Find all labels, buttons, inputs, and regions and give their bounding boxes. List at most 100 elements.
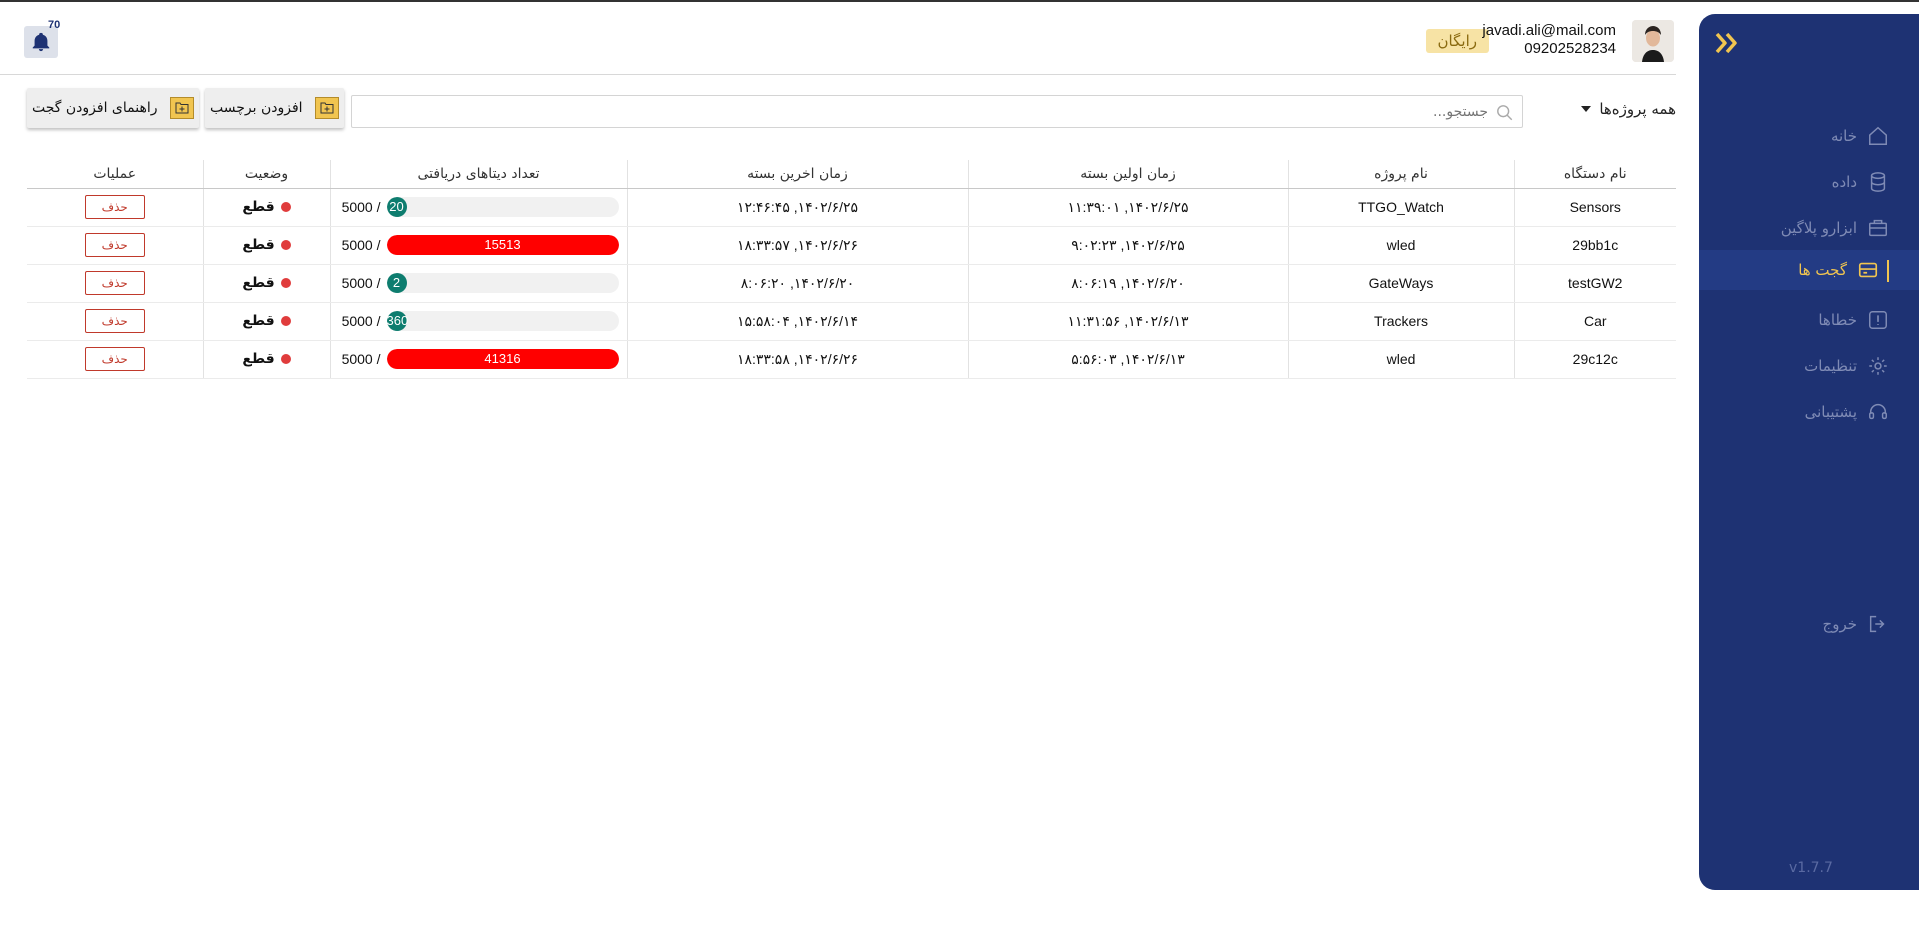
cell-ops: حذف xyxy=(27,188,203,227)
project-filter-value: همه پروژه‌ها xyxy=(1599,100,1676,118)
sidebar-item-data[interactable]: داده xyxy=(1832,164,1889,200)
project-filter-dropdown[interactable]: همه پروژه‌ها xyxy=(1581,100,1676,118)
caret-down-icon xyxy=(1581,106,1592,112)
cell-status: قطع xyxy=(202,340,330,379)
add-gadget-guide-button[interactable]: راهنمای افزودن گجت xyxy=(27,88,199,128)
count-wrapper: 20 5000 / xyxy=(331,197,627,217)
count-limit: 5000 / xyxy=(341,199,381,215)
cell-device: Car xyxy=(1513,302,1676,341)
headset-icon xyxy=(1869,404,1887,420)
status-text: قطع xyxy=(242,351,275,367)
delete-button[interactable]: حذف xyxy=(84,195,145,219)
sidebar-item-label: داده xyxy=(1831,173,1857,191)
cell-project: Trackers xyxy=(1287,302,1514,341)
table-row: testGW2 GateWays ۱۴۰۲/۶/۲۰, ۸:۰۶:۱۹ ۱۴۰۲/۶/… xyxy=(27,264,1676,303)
logout-label: خروج xyxy=(1822,615,1857,633)
delete-button[interactable]: حذف xyxy=(84,347,145,371)
status-badge: قطع xyxy=(242,313,291,329)
status-badge: قطع xyxy=(242,351,291,367)
status-dot xyxy=(280,278,291,288)
sidebar-item-support[interactable]: پشتیبانی xyxy=(1805,394,1889,430)
cell-project: GateWays xyxy=(1287,264,1514,303)
table-row: Sensors TTGO_Watch ۱۴۰۲/۶/۲۵, ۱۱:۳۹:۰۱ ۱۴۰۲… xyxy=(27,188,1676,227)
table-body: Sensors TTGO_Watch ۱۴۰۲/۶/۲۵, ۱۱:۳۹:۰۱ ۱۴۰۲… xyxy=(27,188,1676,379)
folder-plus-icon xyxy=(314,97,339,119)
status-dot xyxy=(280,202,291,212)
cell-device: Sensors xyxy=(1513,188,1676,227)
cell-last-packet: ۱۴۰۲/۶/۱۴, ۱۵:۵۸:۰۴ xyxy=(626,302,968,341)
count-progress-bar: 41316 xyxy=(386,349,619,369)
table-row: 29c12c wled ۱۴۰۲/۶/۱۳, ۵:۵۶:۰۳ ۱۴۰۲/۶/۲۶, ۱… xyxy=(27,340,1676,379)
cell-count: 15513 5000 / xyxy=(329,226,627,265)
status-badge: قطع xyxy=(242,275,291,291)
sidebar: خانه داده ابزارو پلاگین گجت ها خطاها تنظ… xyxy=(1699,14,1919,890)
sidebar-item-tools[interactable]: ابزارو پلاگین xyxy=(1781,210,1889,246)
sidebar-item-label: گجت ها xyxy=(1798,261,1847,279)
avatar[interactable] xyxy=(1632,20,1674,62)
col-device-header: نام دستگاه xyxy=(1513,160,1676,189)
count-progress-bar: 15513 xyxy=(386,235,619,255)
cell-ops: حذف xyxy=(27,264,203,303)
double-chevron-icon[interactable] xyxy=(1713,28,1743,58)
count-wrapper: 41316 5000 / xyxy=(331,349,627,369)
cell-project: TTGO_Watch xyxy=(1287,188,1514,227)
count-progress-fill: 360 xyxy=(386,311,408,331)
status-dot xyxy=(280,354,291,364)
app-version: v1.7.7 xyxy=(1789,860,1833,876)
count-limit: 5000 / xyxy=(341,237,381,253)
delete-button[interactable]: حذف xyxy=(84,309,145,333)
sidebar-item-settings[interactable]: تنظیمات xyxy=(1804,348,1889,384)
count-progress-fill: 20 xyxy=(386,197,407,217)
user-info: javadi.ali@mail.com 09202528234 xyxy=(1482,22,1616,58)
search-icon xyxy=(1497,105,1513,121)
sidebar-item-label: پشتیبانی xyxy=(1804,403,1857,421)
status-dot xyxy=(280,316,291,326)
status-text: قطع xyxy=(242,237,275,253)
col-project-header: نام پروژه xyxy=(1287,160,1514,189)
cell-device: 29bb1c xyxy=(1513,226,1676,265)
gadget-icon xyxy=(1858,262,1878,278)
delete-button[interactable]: حذف xyxy=(84,233,145,257)
sidebar-item-label: خانه xyxy=(1830,127,1857,145)
delete-button[interactable]: حذف xyxy=(84,271,145,295)
add-tag-label: افزودن برچسب xyxy=(210,100,303,116)
logout-button[interactable]: خروج xyxy=(1823,606,1889,642)
status-text: قطع xyxy=(242,313,275,329)
cell-first-packet: ۱۴۰۲/۶/۲۵, ۱۱:۳۹:۰۱ xyxy=(967,188,1288,227)
error-icon xyxy=(1869,311,1887,329)
count-wrapper: 360 5000 / xyxy=(331,311,627,331)
count-limit: 5000 / xyxy=(341,351,381,367)
status-badge: قطع xyxy=(242,237,291,253)
add-gadget-guide-label: راهنمای افزودن گجت xyxy=(32,100,158,116)
sidebar-item-label: تنظیمات xyxy=(1804,357,1857,375)
bell-icon xyxy=(32,32,50,52)
table-row: Car Trackers ۱۴۰۲/۶/۱۳, ۱۱:۳۱:۵۶ ۱۴۰۲/۶/۱۴,… xyxy=(27,302,1676,341)
status-text: قطع xyxy=(242,199,275,215)
search-input[interactable] xyxy=(488,101,1488,123)
table-header-row: نام دستگاه نام پروژه زمان اولین بسته زما… xyxy=(27,160,1676,189)
search-box xyxy=(351,95,1523,128)
cell-status: قطع xyxy=(202,226,330,265)
add-tag-button[interactable]: افزودن برچسب xyxy=(205,88,344,128)
count-progress-fill: 41316 xyxy=(386,349,619,369)
count-progress-bar: 2 xyxy=(386,273,619,293)
sidebar-item-errors[interactable]: خطاها xyxy=(1818,302,1889,338)
sidebar-item-gadgets[interactable]: گجت ها xyxy=(1798,252,1879,288)
col-count-header: تعداد دیتاهای دریافتی xyxy=(329,160,627,189)
col-ops-header: عملیات xyxy=(27,160,203,189)
cell-count: 360 5000 / xyxy=(329,302,627,341)
col-first-packet-header: زمان اولین بسته xyxy=(967,160,1288,189)
folder-plus-icon xyxy=(169,97,194,119)
user-phone: 09202528234 xyxy=(1524,40,1616,57)
status-dot xyxy=(280,240,291,250)
cell-project: wled xyxy=(1287,226,1514,265)
count-limit: 5000 / xyxy=(341,275,381,291)
sidebar-item-home[interactable]: خانه xyxy=(1831,118,1889,154)
table-row: 29bb1c wled ۱۴۰۲/۶/۲۵, ۹:۰۲:۲۳ ۱۴۰۲/۶/۲۶, ۱… xyxy=(27,226,1676,265)
count-progress-bar: 360 xyxy=(386,311,619,331)
cell-count: 2 5000 / xyxy=(329,264,627,303)
cell-last-packet: ۱۴۰۲/۶/۲۶, ۱۸:۳۳:۵۸ xyxy=(626,340,968,379)
cell-ops: حذف xyxy=(27,226,203,265)
count-wrapper: 15513 5000 / xyxy=(331,235,627,255)
cell-ops: حذف xyxy=(27,302,203,341)
